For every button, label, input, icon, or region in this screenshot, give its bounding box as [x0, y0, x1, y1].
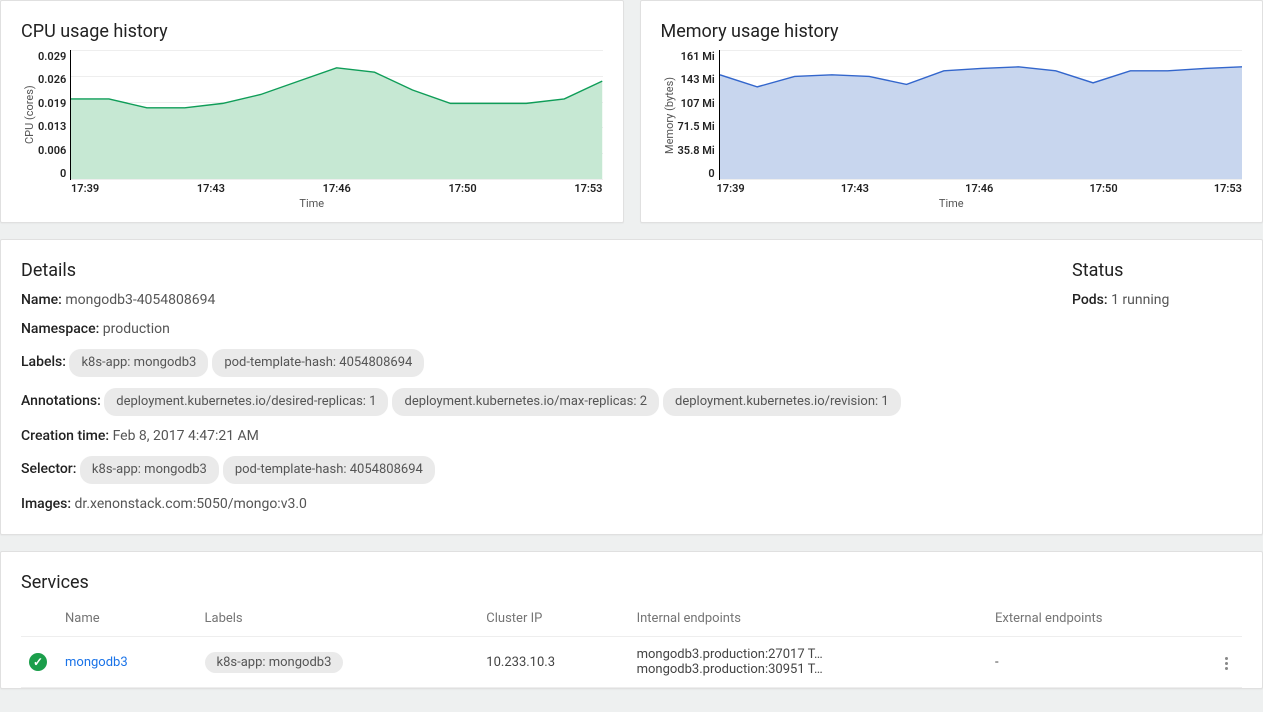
memory-chart-card: Memory usage history Memory (bytes) 161 …: [640, 0, 1263, 223]
chip[interactable]: k8s-app: mongodb3: [80, 456, 219, 484]
col-cluster[interactable]: Cluster IP: [478, 601, 628, 637]
memory-x-axis-label: Time: [661, 197, 1243, 210]
status-ok-icon: ✓: [29, 653, 47, 671]
pods-value: 1 running: [1111, 292, 1169, 308]
namespace-label: Namespace:: [21, 321, 99, 337]
cpu-chart-card: CPU usage history CPU (cores) 0.0290.026…: [0, 0, 624, 223]
memory-x-ticks: 17:3917:4317:4617:5017:53: [717, 182, 1243, 195]
chip[interactable]: deployment.kubernetes.io/max-replicas: 2: [392, 388, 659, 416]
col-internal[interactable]: Internal endpoints: [629, 601, 987, 637]
services-card: Services Name Labels Cluster IP Internal…: [0, 551, 1263, 689]
internal-endpoints: mongodb3.production:27017 T…mongodb3.pro…: [629, 637, 987, 688]
selector-chips: k8s-app: mongodb3pod-template-hash: 4054…: [80, 461, 439, 477]
annotations-chips: deployment.kubernetes.io/desired-replica…: [104, 393, 904, 409]
chip[interactable]: k8s-app: mongodb3: [205, 652, 344, 673]
memory-y-axis-label: Memory (bytes): [661, 50, 678, 180]
services-heading: Services: [21, 572, 1242, 593]
cpu-x-ticks: 17:3917:4317:4617:5017:53: [71, 182, 603, 195]
memory-chart-title: Memory usage history: [661, 21, 1243, 42]
selector-label: Selector:: [21, 461, 76, 477]
cpu-x-axis-label: Time: [21, 197, 603, 210]
col-name[interactable]: Name: [57, 601, 197, 637]
chip[interactable]: pod-template-hash: 4054808694: [223, 456, 435, 484]
labels-chips: k8s-app: mongodb3pod-template-hash: 4054…: [69, 354, 428, 370]
cpu-chart-title: CPU usage history: [21, 21, 603, 42]
name-label: Name:: [21, 292, 62, 308]
col-labels[interactable]: Labels: [197, 601, 479, 637]
row-menu-icon[interactable]: [1219, 651, 1234, 676]
cpu-y-ticks: 0.0290.0260.0190.0130.0060: [38, 50, 70, 180]
details-card: Details Name: mongodb3-4054808694 Namesp…: [0, 239, 1263, 535]
labels-label: Labels:: [21, 354, 66, 370]
chip[interactable]: k8s-app: mongodb3: [69, 349, 208, 377]
details-list: Name: mongodb3-4054808694 Namespace: pro…: [21, 289, 1032, 515]
creation-time-value: Feb 8, 2017 4:47:21 AM: [113, 428, 259, 444]
memory-y-ticks: 161 Mi143 Mi107 Mi71.5 Mi35.8 Mi0: [678, 50, 719, 180]
service-name-link[interactable]: mongodb3: [65, 655, 128, 670]
external-endpoints: -: [987, 637, 1206, 688]
details-heading: Details: [21, 260, 1032, 281]
cpu-y-axis-label: CPU (cores): [21, 50, 38, 180]
services-table: Name Labels Cluster IP Internal endpoint…: [21, 601, 1242, 688]
status-heading: Status: [1072, 260, 1242, 281]
memory-plot-area: [719, 50, 1242, 180]
table-row: ✓ mongodb3 k8s-app: mongodb3 10.233.10.3mon…: [21, 637, 1242, 688]
chip[interactable]: deployment.kubernetes.io/desired-replica…: [104, 388, 388, 416]
cluster-ip: 10.233.10.3: [478, 637, 628, 688]
pods-label: Pods:: [1072, 292, 1108, 308]
namespace-value: production: [103, 321, 170, 337]
annotations-label: Annotations:: [21, 393, 101, 409]
col-external[interactable]: External endpoints: [987, 601, 1206, 637]
chip[interactable]: deployment.kubernetes.io/revision: 1: [663, 388, 901, 416]
images-value: dr.xenonstack.com:5050/mongo:v3.0: [75, 496, 307, 512]
creation-time-label: Creation time:: [21, 428, 109, 444]
images-label: Images:: [21, 496, 71, 512]
cpu-plot-area: [70, 50, 602, 180]
chip[interactable]: pod-template-hash: 4054808694: [212, 349, 424, 377]
name-value: mongodb3-4054808694: [65, 292, 215, 308]
